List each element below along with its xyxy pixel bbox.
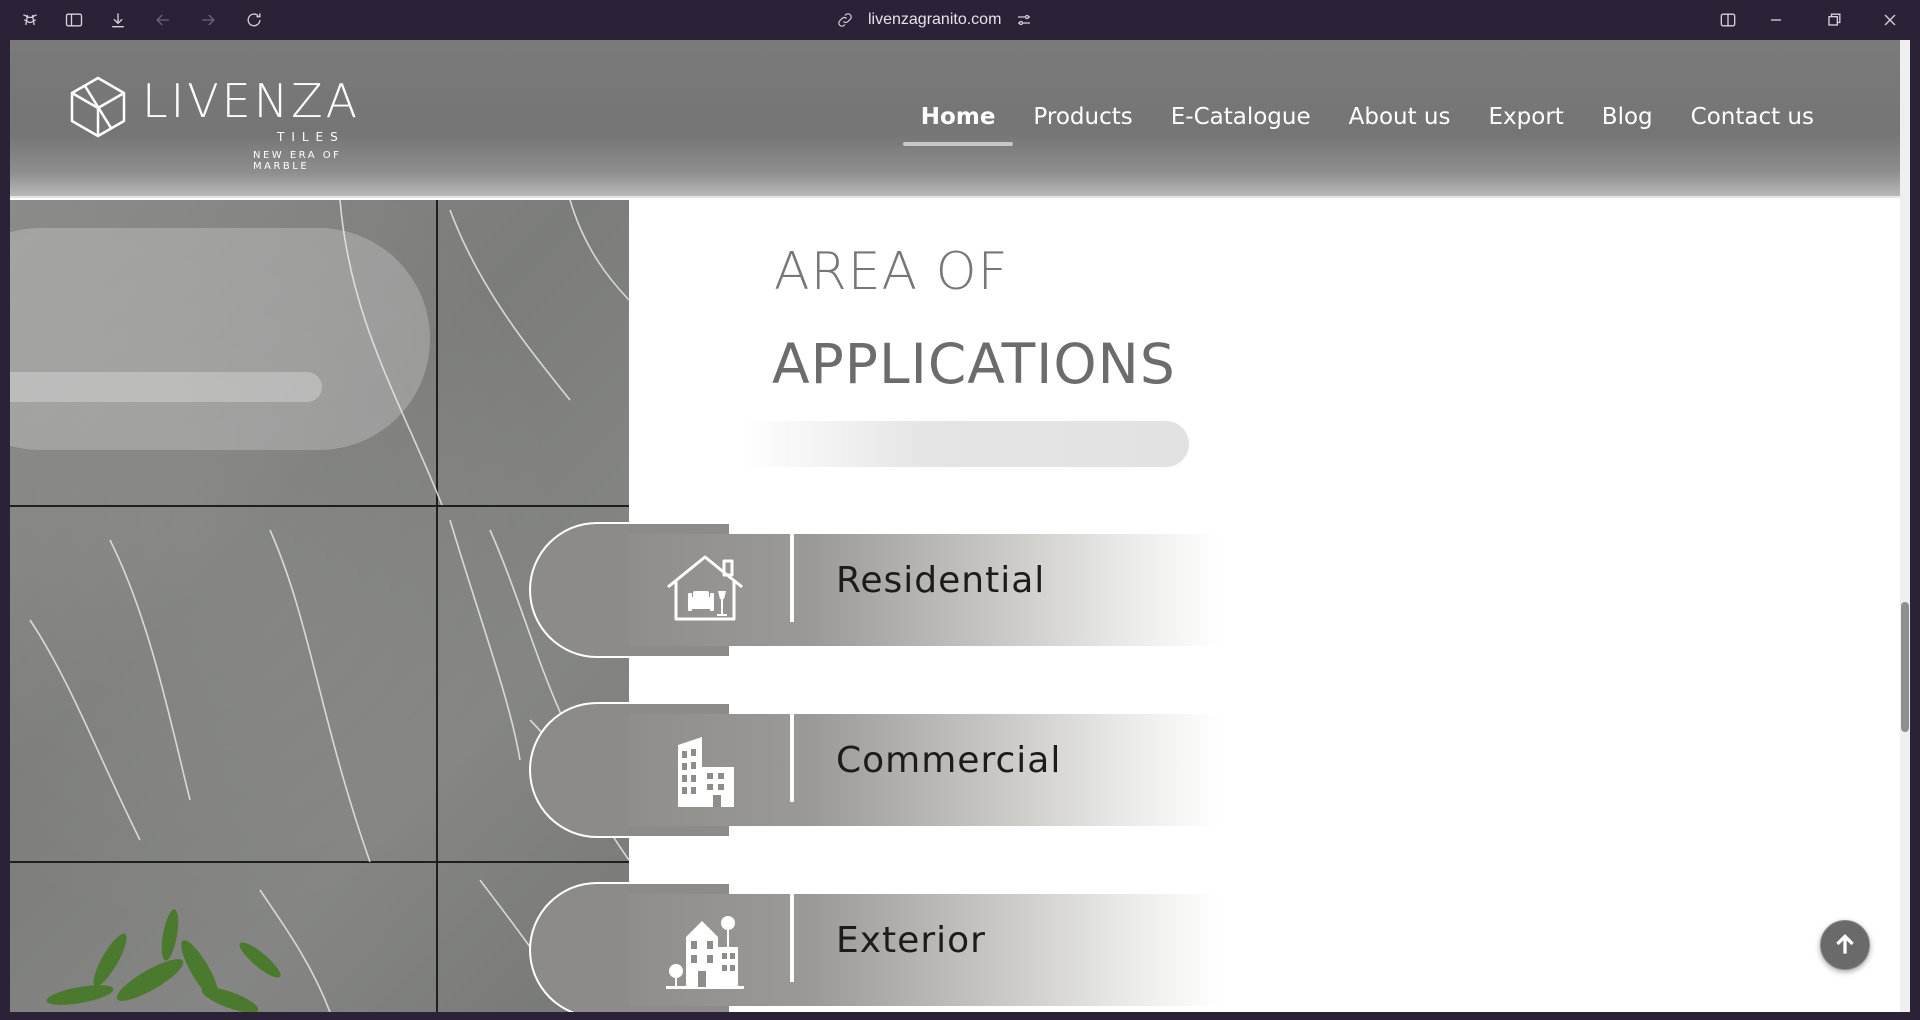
scrollbar-thumb[interactable] <box>1901 602 1909 732</box>
nav-contact-us[interactable]: Contact us <box>1691 104 1814 130</box>
nav-products[interactable]: Products <box>1033 104 1132 130</box>
page-viewport: LIVENZA TILES NEW ERA OF MARBLE Home Pro… <box>10 40 1910 1012</box>
application-label-exterior: Exterior <box>836 920 986 961</box>
section-heading-line2: APPLICATIONS <box>772 332 1176 396</box>
address-bar[interactable]: livenzagranito.com <box>836 8 1033 32</box>
scroll-to-top-button[interactable] <box>1820 920 1870 970</box>
close-icon[interactable] <box>1878 8 1902 32</box>
link-icon <box>838 13 852 27</box>
house-icon <box>650 542 760 638</box>
back-arrow-icon[interactable] <box>151 8 175 32</box>
nav-e-catalogue[interactable]: E-Catalogue <box>1171 104 1311 130</box>
application-label-residential: Residential <box>836 560 1046 601</box>
logo-cube-icon <box>70 76 126 138</box>
page-scrollbar[interactable] <box>1900 40 1910 1012</box>
application-row-residential[interactable]: Residential <box>10 522 1910 662</box>
url-text[interactable]: livenzagranito.com <box>868 11 1001 29</box>
application-row-exterior[interactable]: Exterior <box>10 882 1910 1012</box>
main-nav: Home Products E-Catalogue About us Expor… <box>902 104 1814 146</box>
download-icon[interactable] <box>106 8 130 32</box>
logo-subtitle: TILES <box>277 130 345 144</box>
site-settings-icon[interactable] <box>1015 11 1033 29</box>
arrow-up-icon <box>1836 934 1854 954</box>
application-row-commercial[interactable]: Commercial <box>10 702 1910 842</box>
site-logo[interactable]: LIVENZA TILES NEW ERA OF MARBLE <box>70 74 361 172</box>
row-divider <box>790 894 794 982</box>
heading-underline-bar <box>743 421 1189 467</box>
nav-home[interactable]: Home <box>902 104 1013 146</box>
application-label-commercial: Commercial <box>836 740 1062 781</box>
site-header: LIVENZA TILES NEW ERA OF MARBLE Home Pro… <box>10 40 1900 198</box>
minimize-icon[interactable] <box>1764 8 1788 32</box>
building-exterior-icon <box>650 902 760 998</box>
split-view-icon[interactable] <box>1716 8 1740 32</box>
logo-wordmark: LIVENZA <box>142 74 361 128</box>
forward-arrow-icon[interactable] <box>196 8 220 32</box>
row-divider <box>790 714 794 802</box>
browser-logo-icon[interactable] <box>18 8 42 32</box>
browser-toolbar: livenzagranito.com <box>0 0 1920 40</box>
office-building-icon <box>650 722 760 818</box>
nav-about-us[interactable]: About us <box>1349 104 1451 130</box>
nav-export[interactable]: Export <box>1489 104 1564 130</box>
reload-icon[interactable] <box>242 8 266 32</box>
row-divider <box>790 534 794 622</box>
restore-icon[interactable] <box>1822 8 1846 32</box>
nav-blog[interactable]: Blog <box>1602 104 1653 130</box>
section-heading-line1: AREA OF <box>774 242 1009 302</box>
sidebar-toggle-icon[interactable] <box>62 8 86 32</box>
logo-tagline: NEW ERA OF MARBLE <box>253 150 342 172</box>
